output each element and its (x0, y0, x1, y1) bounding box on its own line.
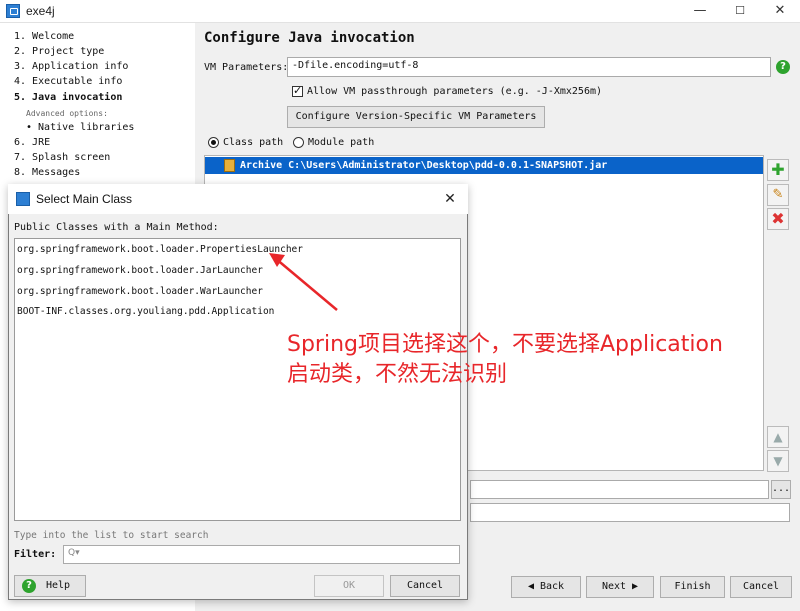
filter-input[interactable]: Q▾ (63, 545, 460, 564)
annotation-line-2: 启动类，不然无法识别 (287, 362, 508, 387)
close-button[interactable]: ✕ (760, 0, 800, 22)
edit-entry-icon[interactable]: ✎ (767, 184, 789, 206)
dialog-close-button[interactable]: ✕ (438, 188, 462, 210)
page-title: Configure Java invocation (204, 30, 415, 46)
sidebar-advanced-options-label: Advanced options: (26, 109, 108, 118)
search-hint: Type into the list to start search (14, 530, 209, 541)
help-icon: ? (22, 579, 36, 593)
browse-main-class-button[interactable]: ... (771, 480, 791, 499)
sidebar-item-native-libraries[interactable]: • Native libraries (26, 122, 134, 133)
module-path-radio[interactable] (293, 137, 304, 148)
dialog-title: Select Main Class (36, 192, 133, 206)
allow-passthrough-label: Allow VM passthrough parameters (e.g. -J… (307, 86, 603, 97)
list-item[interactable]: org.springframework.boot.loader.Properti… (17, 244, 303, 255)
main-class-input[interactable] (470, 480, 769, 499)
sidebar-item-messages[interactable]: 8. Messages (14, 167, 80, 178)
help-icon[interactable]: ? (776, 60, 790, 74)
sidebar-item-jre[interactable]: 6. JRE (14, 137, 50, 148)
allow-passthrough-checkbox[interactable] (292, 84, 303, 97)
sidebar-item-welcome[interactable]: 1. Welcome (14, 31, 74, 42)
list-item[interactable]: org.springframework.boot.loader.JarLaunc… (17, 265, 263, 276)
sidebar-item-application-info[interactable]: 3. Application info (14, 61, 128, 72)
list-item[interactable]: org.springframework.boot.loader.WarLaunc… (17, 286, 263, 297)
delete-entry-icon[interactable]: ✖ (767, 208, 789, 230)
class-list-label: Public Classes with a Main Method: (14, 222, 219, 233)
back-button[interactable]: ◀ Back (511, 576, 581, 598)
filter-label: Filter: (14, 549, 57, 560)
move-down-icon[interactable]: ▼ (767, 450, 789, 472)
annotation-text: Spring项目选择这个，不要选择Application 启动类，不然无法识别 (287, 330, 787, 390)
minimize-button[interactable]: — (680, 0, 720, 22)
finish-button[interactable]: Finish (660, 576, 725, 598)
sidebar-item-project-type[interactable]: 2. Project type (14, 46, 104, 57)
sidebar-item-executable-info[interactable]: 4. Executable info (14, 76, 122, 87)
module-path-label: Module path (308, 137, 375, 148)
cancel-button[interactable]: Cancel (390, 575, 460, 597)
jar-archive-icon (224, 159, 235, 172)
annotation-arrow-line (274, 257, 338, 311)
classpath-entry-text: Archive C:\Users\Administrator\Desktop\p… (240, 160, 608, 171)
add-entry-icon[interactable]: ✚ (767, 159, 789, 181)
arguments-input[interactable] (470, 503, 790, 522)
class-path-radio[interactable] (208, 137, 219, 148)
dialog-app-icon (16, 192, 30, 206)
maximize-button[interactable]: ☐ (720, 0, 760, 22)
vm-parameters-input[interactable]: -Dfile.encoding=utf-8 (287, 57, 771, 77)
window-title: exe4j (26, 4, 55, 18)
sidebar-item-java-invocation[interactable]: 5. Java invocation (14, 92, 122, 103)
class-path-label: Class path (223, 137, 284, 148)
configure-version-specific-button[interactable]: Configure Version-Specific VM Parameters (287, 106, 545, 128)
cancel-wizard-button[interactable]: Cancel (730, 576, 792, 598)
exe4j-app-icon (6, 4, 20, 18)
annotation-arrow (269, 253, 338, 311)
list-item[interactable]: BOOT-INF.classes.org.youliang.pdd.Applic… (17, 306, 274, 317)
ok-button[interactable]: OK (314, 575, 384, 597)
next-button[interactable]: Next ▶ (586, 576, 654, 598)
vm-parameters-label: VM Parameters: (204, 62, 289, 73)
sidebar-item-splash-screen[interactable]: 7. Splash screen (14, 152, 110, 163)
annotation-line-1: Spring项目选择这个，不要选择Application (287, 332, 723, 357)
move-up-icon[interactable]: ▲ (767, 426, 789, 448)
